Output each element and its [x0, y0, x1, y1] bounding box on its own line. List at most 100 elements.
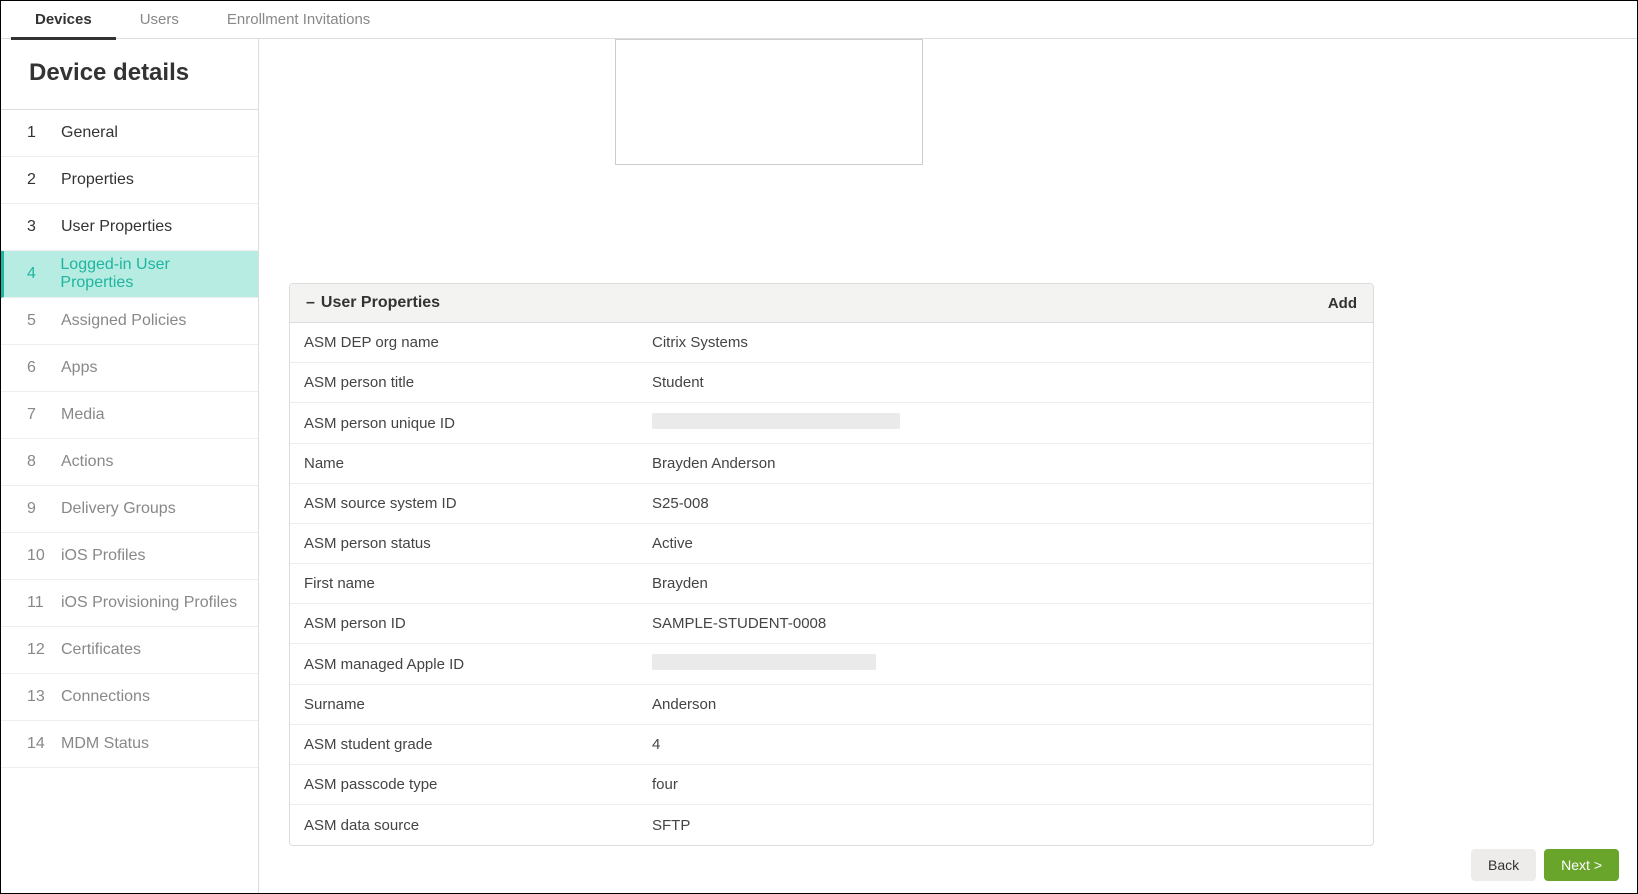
property-value: four [652, 776, 1359, 793]
sidebar-item-label: Properties [61, 171, 134, 189]
sidebar-item-general[interactable]: 1 General [1, 110, 258, 157]
property-label: ASM DEP org name [304, 334, 652, 351]
next-button[interactable]: Next > [1544, 849, 1619, 881]
sidebar-item-num: 7 [27, 406, 49, 424]
sidebar-item-num: 9 [27, 500, 49, 518]
user-properties-panel: – User Properties Add ASM DEP org nameCi… [289, 283, 1374, 846]
add-button[interactable]: Add [1328, 295, 1357, 312]
sidebar-item-apps[interactable]: 6 Apps [1, 345, 258, 392]
sidebar-item-label: MDM Status [61, 735, 149, 753]
sidebar-item-assigned-policies[interactable]: 5 Assigned Policies [1, 298, 258, 345]
tab-users[interactable]: Users [116, 1, 203, 39]
sidebar-item-num: 6 [27, 359, 49, 377]
button-label: Back [1488, 857, 1519, 873]
sidebar-item-label: Delivery Groups [61, 500, 176, 518]
property-value: Active [652, 535, 1359, 552]
sidebar-item-connections[interactable]: 13 Connections [1, 674, 258, 721]
sidebar-item-label: Actions [61, 453, 113, 471]
property-value: Anderson [652, 696, 1359, 713]
redacted-value [652, 413, 900, 429]
button-label: Next > [1561, 857, 1602, 873]
sidebar-item-label: General [61, 124, 118, 142]
property-row[interactable]: First nameBrayden [290, 564, 1373, 604]
tab-enrollment-invitations[interactable]: Enrollment Invitations [203, 1, 394, 39]
app-frame: Devices Users Enrollment Invitations Dev… [0, 0, 1638, 894]
back-button[interactable]: Back [1471, 849, 1536, 881]
footer-buttons: Back Next > [1471, 849, 1619, 881]
property-row[interactable]: SurnameAnderson [290, 685, 1373, 725]
sidebar-item-num: 13 [27, 688, 49, 706]
sidebar-item-label: iOS Provisioning Profiles [61, 594, 237, 612]
sidebar: Device details 1 General 2 Properties 3 … [1, 39, 259, 893]
property-value: Student [652, 374, 1359, 391]
property-row[interactable]: ASM person IDSAMPLE-STUDENT-0008 [290, 604, 1373, 644]
property-label: Name [304, 455, 652, 472]
tab-label: Enrollment Invitations [227, 11, 370, 28]
property-label: ASM person unique ID [304, 415, 652, 432]
sidebar-item-delivery-groups[interactable]: 9 Delivery Groups [1, 486, 258, 533]
sidebar-item-actions[interactable]: 8 Actions [1, 439, 258, 486]
property-row[interactable]: ASM student grade4 [290, 725, 1373, 765]
property-rows: ASM DEP org nameCitrix SystemsASM person… [290, 323, 1373, 845]
collapse-icon: – [306, 294, 315, 312]
sidebar-item-num: 11 [27, 594, 49, 612]
property-value: Brayden [652, 575, 1359, 592]
sidebar-item-num: 2 [27, 171, 49, 189]
property-row[interactable]: ASM passcode typefour [290, 765, 1373, 805]
tab-devices[interactable]: Devices [11, 1, 116, 39]
sidebar-item-label: Assigned Policies [61, 312, 186, 330]
property-row[interactable]: ASM source system IDS25-008 [290, 484, 1373, 524]
body: Device details 1 General 2 Properties 3 … [1, 39, 1637, 893]
property-label: ASM person status [304, 535, 652, 552]
sidebar-item-ios-provisioning-profiles[interactable]: 11 iOS Provisioning Profiles [1, 580, 258, 627]
property-row[interactable]: ASM person statusActive [290, 524, 1373, 564]
property-row[interactable]: ASM person unique ID [290, 403, 1373, 444]
main-content: – User Properties Add ASM DEP org nameCi… [259, 39, 1637, 893]
sidebar-item-num: 12 [27, 641, 49, 659]
panel-header[interactable]: – User Properties Add [290, 284, 1373, 323]
property-row[interactable]: ASM DEP org nameCitrix Systems [290, 323, 1373, 363]
sidebar-item-label: Media [61, 406, 105, 424]
property-value: Citrix Systems [652, 334, 1359, 351]
property-label: ASM source system ID [304, 495, 652, 512]
sidebar-item-user-properties[interactable]: 3 User Properties [1, 204, 258, 251]
tab-label: Users [140, 11, 179, 28]
sidebar-item-num: 8 [27, 453, 49, 471]
sidebar-item-num: 4 [27, 265, 48, 283]
sidebar-item-certificates[interactable]: 12 Certificates [1, 627, 258, 674]
tab-label: Devices [35, 11, 92, 28]
sidebar-item-num: 10 [27, 547, 49, 565]
property-label: ASM managed Apple ID [304, 656, 652, 673]
property-row[interactable]: NameBrayden Anderson [290, 444, 1373, 484]
sidebar-item-label: Connections [61, 688, 150, 706]
property-row[interactable]: ASM person titleStudent [290, 363, 1373, 403]
property-row[interactable]: ASM data sourceSFTP [290, 805, 1373, 845]
property-value [652, 654, 1359, 674]
property-label: ASM person title [304, 374, 652, 391]
sidebar-item-logged-in-user-properties[interactable]: 4 Logged-in User Properties [1, 251, 258, 298]
sidebar-item-ios-profiles[interactable]: 10 iOS Profiles [1, 533, 258, 580]
property-label: ASM student grade [304, 736, 652, 753]
content-inner: – User Properties Add ASM DEP org nameCi… [289, 39, 1374, 846]
property-value: SFTP [652, 817, 1359, 834]
sidebar-item-label: Logged-in User Properties [60, 256, 242, 292]
property-label: ASM passcode type [304, 776, 652, 793]
sidebar-item-mdm-status[interactable]: 14 MDM Status [1, 721, 258, 768]
property-value: 4 [652, 736, 1359, 753]
property-label: Surname [304, 696, 652, 713]
property-label: ASM person ID [304, 615, 652, 632]
sidebar-item-num: 14 [27, 735, 49, 753]
placeholder-box [615, 39, 923, 165]
sidebar-item-media[interactable]: 7 Media [1, 392, 258, 439]
property-value: S25-008 [652, 495, 1359, 512]
sidebar-title: Device details [1, 39, 258, 110]
sidebar-item-num: 3 [27, 218, 49, 236]
sidebar-list: 1 General 2 Properties 3 User Properties… [1, 110, 258, 893]
sidebar-item-label: Apps [61, 359, 97, 377]
property-label: ASM data source [304, 817, 652, 834]
property-row[interactable]: ASM managed Apple ID [290, 644, 1373, 685]
sidebar-item-num: 5 [27, 312, 49, 330]
redacted-value [652, 654, 876, 670]
property-value [652, 413, 1359, 433]
sidebar-item-properties[interactable]: 2 Properties [1, 157, 258, 204]
